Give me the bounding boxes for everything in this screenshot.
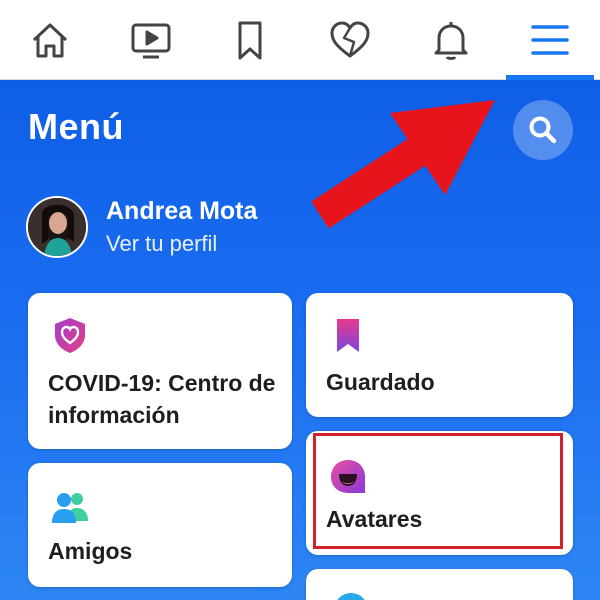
avatar	[26, 196, 88, 258]
shortcut-card-guardado[interactable]: Guardado	[306, 293, 573, 417]
profile-row[interactable]: Andrea Mota Ver tu perfil	[26, 195, 257, 259]
hamburger-menu-icon[interactable]	[524, 14, 576, 66]
bell-icon[interactable]	[425, 14, 477, 66]
watch-icon[interactable]	[125, 14, 177, 66]
avatar-smile-icon	[331, 460, 365, 493]
page-title: Menú	[28, 106, 124, 147]
friends-icon	[52, 493, 88, 523]
dating-heart-icon[interactable]	[324, 14, 376, 66]
search-icon	[529, 116, 557, 144]
shortcut-card-avatares[interactable]: Avatares	[306, 431, 573, 555]
top-navigation-bar	[0, 0, 600, 80]
home-icon[interactable]	[24, 14, 76, 66]
shortcut-card-covid[interactable]: COVID-19: Centro de información	[28, 293, 292, 449]
view-profile-link[interactable]: Ver tu perfil	[106, 229, 257, 259]
covid-shield-heart-icon	[55, 318, 85, 353]
card-label-covid: COVID-19: Centro de información	[48, 370, 276, 428]
shortcut-card-amigos[interactable]: Amigos	[28, 463, 292, 587]
profile-name: Andrea Mota	[106, 196, 258, 225]
bookmark-icon[interactable]	[224, 14, 276, 66]
shortcut-card-partial[interactable]	[306, 569, 573, 600]
saved-bookmark-icon	[337, 319, 359, 352]
card-label-avatares: Avatares	[326, 506, 423, 532]
card-label-guardado: Guardado	[326, 369, 435, 395]
search-button[interactable]	[513, 100, 573, 160]
partial-card-icon	[334, 593, 368, 600]
card-label-amigos: Amigos	[48, 538, 133, 564]
